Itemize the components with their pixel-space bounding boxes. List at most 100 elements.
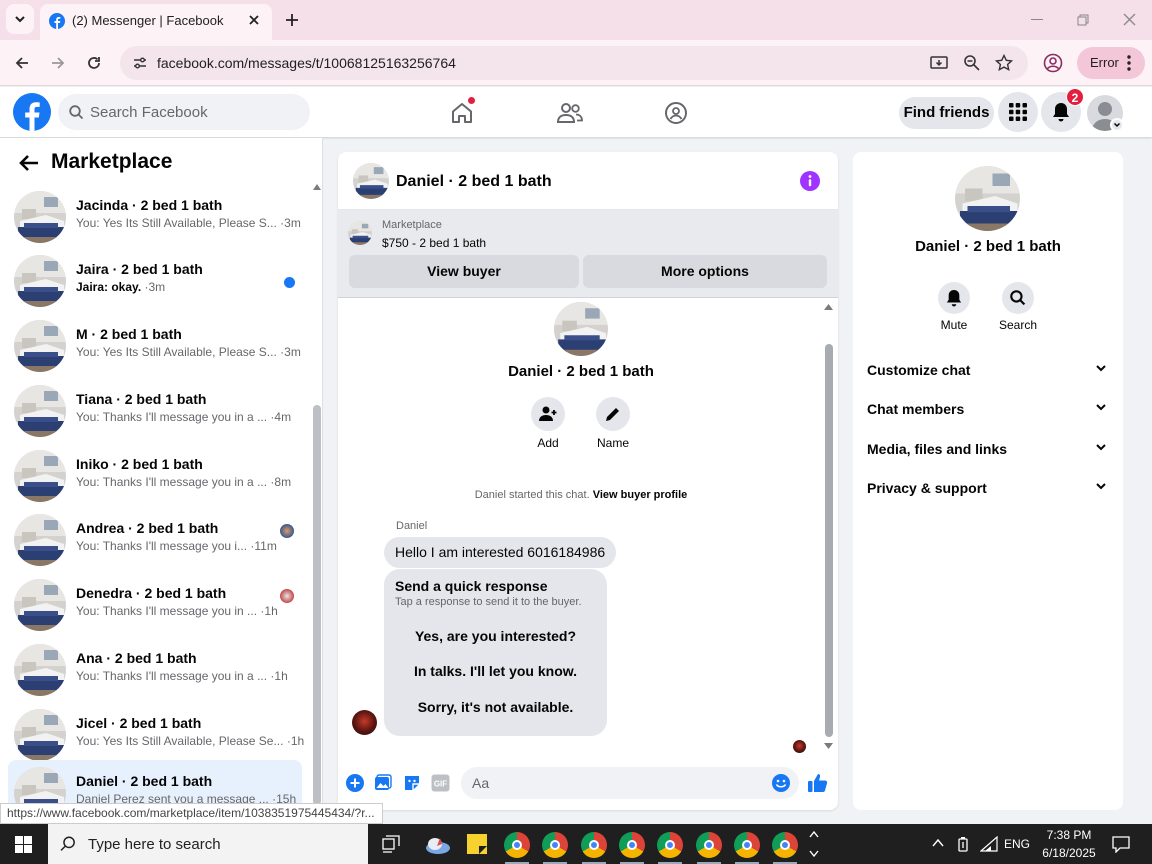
sender-avatar[interactable] xyxy=(352,710,377,735)
weather-icon xyxy=(426,838,450,854)
wifi-icon[interactable] xyxy=(980,836,998,852)
profile-error-button[interactable]: Error xyxy=(1077,47,1145,79)
conversation-item[interactable]: Tiana · 2 bed 1 bath You: Thanks I'll mes… xyxy=(8,378,302,442)
star-icon[interactable] xyxy=(995,54,1013,72)
media-files-links-section[interactable]: Media, files and links xyxy=(867,441,1111,457)
language-indicator[interactable]: ENG xyxy=(1004,837,1030,851)
bedroom-listing-image xyxy=(348,221,372,245)
view-buyer-profile-link[interactable]: View buyer profile xyxy=(593,489,688,501)
thumbs-up-icon[interactable] xyxy=(808,773,828,793)
notification-center-icon[interactable] xyxy=(1112,836,1130,853)
chrome-center-dot xyxy=(704,840,714,850)
listing-price[interactable]: $750 - 2 bed 1 bath xyxy=(382,236,486,250)
view-buyer-button[interactable]: View buyer xyxy=(349,255,579,288)
facebook-search-input[interactable]: Search Facebook xyxy=(58,94,310,130)
sidebar-scrollbar[interactable] xyxy=(313,405,321,805)
bedroom-listing-image xyxy=(14,579,66,631)
close-tab-icon[interactable] xyxy=(248,14,260,26)
find-friends-button[interactable]: Find friends xyxy=(899,97,994,129)
chat-header-title[interactable]: Daniel · 2 bed 1 bath xyxy=(396,173,552,191)
task-view-icon[interactable] xyxy=(382,835,400,853)
address-bar[interactable]: facebook.com/messages/t/1006812516325676… xyxy=(120,46,1028,80)
message-bubble[interactable]: Hello I am interested 6016184986 xyxy=(384,537,617,568)
profile-avatar[interactable] xyxy=(554,302,608,356)
bedroom-listing-image xyxy=(14,514,66,566)
taskbar-chrome-icon[interactable] xyxy=(542,832,568,864)
clock-date[interactable]: 6/18/2025 xyxy=(1036,846,1102,860)
conversation-item[interactable]: Jacinda · 2 bed 1 bath You: Yes Its Still… xyxy=(8,184,302,248)
conversation-item[interactable]: Iniko · 2 bed 1 bath You: Thanks I'll mes… xyxy=(8,443,302,507)
taskbar-chrome-icon[interactable] xyxy=(734,832,760,864)
taskbar-scroll-down-icon[interactable] xyxy=(809,850,819,858)
search-conversation-button[interactable] xyxy=(1002,282,1034,314)
quick-reply-button[interactable]: Sorry, it's not available. xyxy=(398,693,593,721)
conversation-item[interactable]: Andrea · 2 bed 1 bath You: Thanks I'll me… xyxy=(8,507,302,571)
taskbar-search-input[interactable]: Type here to search xyxy=(48,824,368,864)
emoji-icon[interactable] xyxy=(772,774,790,792)
taskbar-scroll-up-icon[interactable] xyxy=(809,830,819,838)
install-app-icon[interactable] xyxy=(930,54,948,72)
more-options-button[interactable]: More options xyxy=(583,255,827,288)
privacy-support-section[interactable]: Privacy & support xyxy=(867,480,1111,496)
site-settings-icon[interactable] xyxy=(132,55,148,71)
gif-icon[interactable]: GIF xyxy=(431,774,450,792)
windows-start-icon[interactable] xyxy=(15,836,32,853)
add-button[interactable] xyxy=(531,397,565,431)
new-tab-icon[interactable] xyxy=(285,13,299,27)
chat-header-avatar[interactable] xyxy=(353,163,389,199)
mute-button[interactable] xyxy=(938,282,970,314)
zoom-icon[interactable] xyxy=(963,54,981,72)
back-arrow-icon[interactable] xyxy=(19,154,39,172)
conversation-name: Daniel · 2 bed 1 bath xyxy=(76,773,213,789)
photo-icon[interactable] xyxy=(374,774,392,792)
taskbar-chrome-icon[interactable] xyxy=(504,832,530,864)
conversation-item[interactable]: Denedra · 2 bed 1 bath You: Thanks I'll m… xyxy=(8,572,302,636)
chat-scrollbar[interactable] xyxy=(825,344,833,737)
chat-started-note: Daniel started this chat. View buyer pro… xyxy=(338,489,824,501)
taskbar-chrome-icon[interactable] xyxy=(581,832,607,864)
name-button[interactable] xyxy=(596,397,630,431)
notifications-button[interactable]: 2 xyxy=(1041,88,1084,132)
forward-button[interactable] xyxy=(42,47,74,79)
triangle-down-icon[interactable] xyxy=(824,743,833,749)
conversation-item[interactable]: Jaira · 2 bed 1 bath Jaira: okay. ·3m xyxy=(8,248,302,312)
customize-chat-section[interactable]: Customize chat xyxy=(867,362,1111,378)
conversation-item[interactable]: Jicel · 2 bed 1 bath You: Yes Its Still A… xyxy=(8,702,304,766)
minimize-icon[interactable] xyxy=(1031,19,1043,21)
browser-tab[interactable]: (2) Messenger | Facebook xyxy=(40,4,272,40)
plus-circle-icon[interactable] xyxy=(346,774,364,792)
taskbar-chrome-icon[interactable] xyxy=(657,832,683,864)
home-tab[interactable] xyxy=(440,91,484,133)
taskbar-chrome-icon[interactable] xyxy=(619,832,645,864)
taskbar-app-weather[interactable] xyxy=(424,834,452,856)
battery-icon[interactable] xyxy=(956,836,970,852)
quick-reply-button[interactable]: Yes, are you interested? xyxy=(398,622,593,650)
clock-time[interactable]: 7:38 PM xyxy=(1038,828,1100,842)
info-icon[interactable] xyxy=(800,171,820,191)
tray-chevron-up-icon[interactable] xyxy=(932,838,944,848)
tab-search-button[interactable] xyxy=(6,4,34,34)
account-chevron[interactable] xyxy=(1110,118,1124,132)
conversation-item[interactable]: Ana · 2 bed 1 bath You: Thanks I'll messa… xyxy=(8,637,302,701)
restore-icon[interactable] xyxy=(1077,14,1089,26)
taskbar-app-sticky-notes[interactable] xyxy=(467,834,487,854)
quick-reply-button[interactable]: In talks. I'll let you know. xyxy=(398,657,593,685)
triangle-up-icon[interactable] xyxy=(824,304,833,310)
taskbar-chrome-icon[interactable] xyxy=(696,832,722,864)
close-window-icon[interactable] xyxy=(1123,13,1136,26)
sticker-icon[interactable] xyxy=(403,774,421,792)
facebook-logo-icon[interactable] xyxy=(13,93,51,131)
profile-icon[interactable] xyxy=(1043,53,1063,73)
listing-thumbnail[interactable] xyxy=(348,221,372,245)
conversation-item[interactable]: M · 2 bed 1 bath You: Yes Its Still Avail… xyxy=(8,313,302,377)
taskbar-chrome-icon[interactable] xyxy=(772,832,798,864)
back-button[interactable] xyxy=(6,47,38,79)
info-avatar[interactable] xyxy=(955,166,1020,231)
menu-button[interactable] xyxy=(998,92,1038,132)
groups-tab[interactable] xyxy=(654,91,698,133)
reload-button[interactable] xyxy=(78,47,110,79)
scroll-up-arrow[interactable] xyxy=(313,184,321,192)
chat-members-section[interactable]: Chat members xyxy=(867,401,1111,417)
friends-tab[interactable] xyxy=(548,91,592,133)
message-input[interactable]: Aa xyxy=(461,767,799,799)
